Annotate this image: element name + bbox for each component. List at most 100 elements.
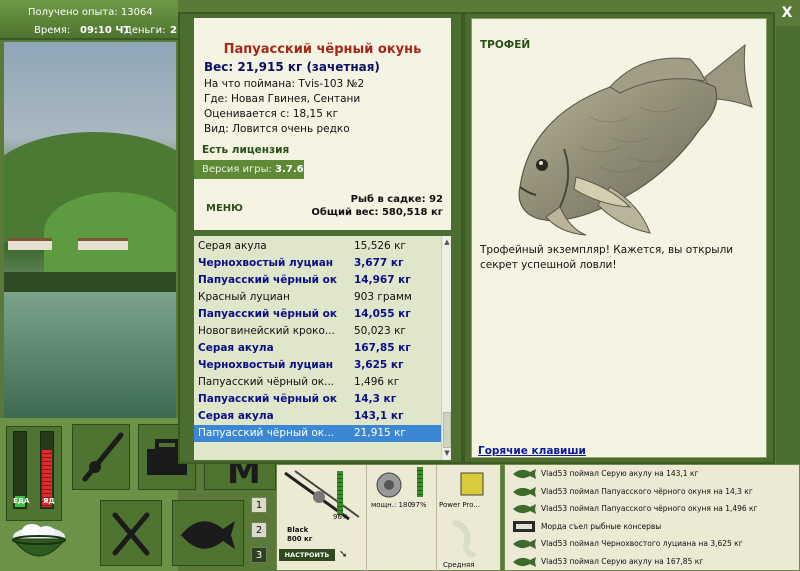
time-value: 09:10 ЧТ <box>80 25 131 36</box>
rod-slot-2-button[interactable]: 2 <box>251 522 267 538</box>
catch-row[interactable]: Серая акула 15,526 кг <box>194 238 441 255</box>
reel-slot[interactable]: мощн.: 180 97% <box>367 465 437 571</box>
catch-row[interactable]: Папуасский чёрный ок... 14,967 кг <box>194 272 441 289</box>
food-icon <box>513 520 535 532</box>
catch-fish-name: Чернохвостый луциан <box>198 257 334 269</box>
log-entry-text: Vlad53 поймал Серую акулу на 167,85 кг <box>541 556 704 566</box>
catch-fish-name: Папуасский чёрный ок... <box>198 376 335 388</box>
line-spool-icon <box>460 472 484 496</box>
menu-button[interactable]: МЕНЮ <box>206 203 243 214</box>
catch-row[interactable]: Чернохвостый луциан 3,625 кг <box>194 357 441 374</box>
catch-row[interactable]: Серая акула 167,85 кг <box>194 340 441 357</box>
trophy-description: Трофейный экземпляр! Кажется, вы открыли… <box>480 244 734 271</box>
lure-name: Средняя <box>443 561 475 569</box>
event-log: Vlad53 поймал Серую акулу на 143,1 кг Vla… <box>504 464 800 571</box>
log-entry: Vlad53 поймал Папуасского чёрного окуня … <box>505 500 799 517</box>
catch-list-scrollbar[interactable]: ▲ ▼ <box>441 236 451 460</box>
catch-fish-name: Серая акула <box>198 410 274 422</box>
fish-rarity: Вид: Ловится очень редко <box>204 123 350 135</box>
rod-slot[interactable]: 96% Black 800 кг НАСТРОИТЬ ➘ <box>277 465 367 571</box>
log-entry-text: Vlad53 поймал Папуасского чёрного окуня … <box>541 486 753 496</box>
catch-fish-weight: 903 грамм <box>354 291 412 303</box>
catch-fish-name: Серая акула <box>198 240 267 252</box>
scroll-up-icon[interactable]: ▲ <box>443 238 451 246</box>
version-value: 3.7.6 <box>275 164 304 175</box>
keepnet-summary: МЕНЮ Рыб в садке: 92 Общий вес: 580,518 … <box>194 186 451 230</box>
status-bar: Получено опыта: 13064 Время: 09:10 ЧТ Де… <box>0 0 178 40</box>
catch-row[interactable]: Папуасский чёрный ок... 14,3 кг <box>194 391 441 408</box>
catch-fish-name: Серая акула <box>198 342 274 354</box>
log-entry: Vlad53 поймал Серую акулу на 167,85 кг <box>505 553 799 570</box>
fish-icon <box>513 469 536 479</box>
arrow-icon: ➘ <box>339 549 348 560</box>
shoreline <box>4 272 176 292</box>
trophy-window: ТРОФЕЙ Трофейный экземпляр! Кажется, вы … <box>463 12 775 464</box>
fish-location: Где: Новая Гвинея, Сентани <box>204 93 361 105</box>
version-area: Версия игры: 3.7.6 <box>194 159 451 187</box>
reel-wear-bar <box>417 467 423 497</box>
fishing-rod-icon <box>82 432 124 482</box>
line-lure-slot[interactable]: Power Pro... Средняя <box>437 465 502 571</box>
money-value: 2 <box>170 25 177 36</box>
catch-fish-name: Папуасский чёрный ок... <box>198 393 338 405</box>
scroll-down-icon[interactable]: ▼ <box>443 449 451 457</box>
log-entry-text: Vlad53 поймал Серую акулу на 143,1 кг <box>541 469 699 478</box>
fishing-scene[interactable] <box>4 42 176 418</box>
catch-row[interactable]: Папуасский чёрный ок... 21,915 кг <box>194 425 441 442</box>
food-label: ЕДА <box>13 497 30 505</box>
line-name: Power Pro... <box>439 501 481 509</box>
keepnet-count: Рыб в садке: 92 <box>350 194 443 205</box>
fish-guide-button[interactable] <box>172 500 244 566</box>
catch-row[interactable]: Папуасский чёрный ок... 14,055 кг <box>194 306 441 323</box>
close-icon[interactable]: X <box>778 4 796 22</box>
catch-fish-weight: 21,915 кг <box>354 427 406 439</box>
catch-list[interactable]: Серая акула 15,526 кг Чернохвостый луциан 3… <box>194 236 441 460</box>
lure-icon <box>452 520 476 557</box>
lake-water[interactable] <box>4 292 176 418</box>
catch-fish-name: Чернохвостый луциан <box>198 359 334 371</box>
catch-window: Папуасский чёрный окунь Вес: 21,915 кг (… <box>178 12 463 464</box>
catch-row[interactable]: Чернохвостый луциан 3,677 кг <box>194 255 441 272</box>
catch-fish-weight: 15,526 кг <box>354 240 406 252</box>
hotkeys-link[interactable]: Горячие клавиши <box>478 445 586 457</box>
license-status: Есть лицензия <box>194 142 451 159</box>
rod-slot-3-button[interactable]: 3 <box>251 547 267 563</box>
rod-wear-bar <box>337 471 343 515</box>
rod-reel-icon <box>284 470 360 521</box>
fish-icon <box>513 486 536 497</box>
log-entry: Vlad53 поймал Чернохвостого луциана на 3… <box>505 535 799 552</box>
catch-fish-weight: 14,3 кг <box>354 393 397 405</box>
house <box>8 238 52 250</box>
poison-label: ЯД <box>43 497 55 505</box>
reel-icon <box>376 472 402 498</box>
fish-icon <box>513 504 536 514</box>
catch-row[interactable]: Новогвинейский кроко... 50,023 кг <box>194 323 441 340</box>
catch-fish-weight: 3,625 кг <box>354 359 404 371</box>
rod-tool-button[interactable] <box>72 424 130 490</box>
food-bowl-icon[interactable] <box>10 513 68 565</box>
rod-test: 800 кг <box>287 535 313 543</box>
fish-title: Папуасский чёрный окунь <box>223 42 422 57</box>
log-entry-text: Vlad53 поймал Папуасского чёрного окуня … <box>541 504 758 513</box>
catch-row[interactable]: Красный луциан 903 грамм <box>194 289 441 306</box>
fish-icon <box>513 539 536 549</box>
fish-bait: На что поймана: Tvis-103 №2 <box>204 78 365 90</box>
scroll-thumb[interactable] <box>443 412 451 448</box>
fish-weight: Вес: 21,915 кг (зачетная) <box>204 60 380 74</box>
catch-row[interactable]: Папуасский чёрный ок... 1,496 кг <box>194 374 441 391</box>
eat-button[interactable] <box>100 500 162 566</box>
trophy-fish-image <box>518 43 753 236</box>
rod-name: Black <box>287 526 309 534</box>
money-label: Деньги: <box>124 25 166 36</box>
catch-fish-name: Папуасский чёрный ок... <box>198 308 338 320</box>
log-entry: Vlad53 поймал Папуасского чёрного окуня … <box>505 483 799 500</box>
tackle-panel[interactable]: 96% Black 800 кг НАСТРОИТЬ ➘ мощн.: 180 … <box>276 464 501 571</box>
catch-fish-weight: 14,967 кг <box>354 274 411 286</box>
fork-knife-icon <box>112 512 150 556</box>
configure-button[interactable]: НАСТРОИТЬ <box>279 549 335 561</box>
rod-slot-1-button[interactable]: 1 <box>251 497 267 513</box>
trophy-label: ТРОФЕЙ <box>480 39 531 51</box>
log-entry: Морда съел рыбные консервы <box>505 518 799 535</box>
right-edge-panel <box>776 26 800 464</box>
catch-row[interactable]: Серая акула 143,1 кг <box>194 408 441 425</box>
